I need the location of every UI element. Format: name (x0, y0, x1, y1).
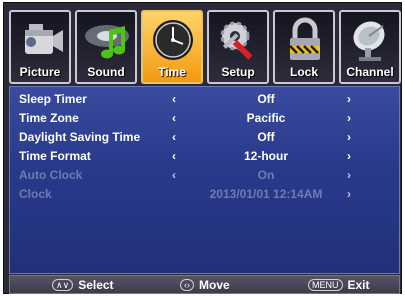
row-value: On (257, 168, 275, 182)
tv-osd-frame: Picture Sound Time Setup Lock Channel Sl… (3, 2, 402, 294)
hint-exit: MENU Exit (308, 278, 370, 292)
left-arrow-icon[interactable]: ‹ (172, 111, 176, 125)
row-label: Time Zone (19, 111, 79, 125)
tab-label: Time (158, 65, 186, 79)
left-arrow-icon[interactable]: ‹ (172, 92, 176, 106)
left-arrow-icon[interactable]: ‹ (172, 149, 176, 163)
left-right-key-icon: ‹› (180, 279, 194, 291)
clock-icon (153, 20, 193, 60)
row-value: Pacific (246, 111, 286, 125)
row-label: Sleep Timer (19, 92, 87, 106)
row-label: Daylight Saving Time (19, 130, 141, 144)
row-label: Time Format (19, 149, 91, 163)
left-arrow-icon: ‹ (172, 168, 176, 182)
left-arrow-icon[interactable]: ‹ (172, 130, 176, 144)
up-down-key-icon: ∧∨ (52, 279, 74, 291)
hint-select: ∧∨ Select (52, 278, 114, 292)
row-label: Clock (19, 187, 52, 201)
right-arrow-icon: › (347, 187, 351, 201)
row-value: Off (257, 130, 275, 144)
row-value: 2013/01/01 12:14AM (209, 187, 323, 201)
row-value: 12-hour (243, 149, 288, 163)
tab-time[interactable]: Time (141, 10, 203, 84)
tab-channel[interactable]: Channel (339, 10, 401, 84)
menu-row-clock: Clock 2013/01/01 12:14AM › (10, 184, 399, 202)
row-value: Off (257, 92, 275, 106)
menu-row-auto-clock: Auto Clock ‹ On › (10, 165, 399, 183)
satellite-dish-icon (353, 21, 385, 61)
time-settings-panel: Sleep Timer ‹ Off › Time Zone ‹ Pacific … (9, 86, 400, 274)
tab-label: Channel (346, 65, 394, 79)
row-label: Auto Clock (19, 168, 83, 182)
tab-lock[interactable]: Lock (273, 10, 335, 84)
footer-hint-bar: ∧∨ Select ‹› Move MENU Exit (9, 275, 400, 294)
tab-setup[interactable]: Setup (207, 10, 269, 84)
right-arrow-icon[interactable]: › (347, 92, 351, 106)
camcorder-icon (25, 24, 63, 54)
menu-key-icon: MENU (308, 279, 343, 291)
hint-move-label: Move (199, 278, 230, 292)
music-note-icon (85, 25, 129, 59)
tools-icon (220, 21, 253, 60)
menu-row-time-zone[interactable]: Time Zone ‹ Pacific › (10, 108, 399, 126)
menu-row-sleep-timer[interactable]: Sleep Timer ‹ Off › (10, 89, 399, 107)
tab-sound[interactable]: Sound (75, 10, 137, 84)
menu-tab-bar: Picture Sound Time Setup Lock Channel (9, 10, 402, 86)
right-arrow-icon[interactable]: › (347, 149, 351, 163)
hint-exit-label: Exit (347, 278, 370, 292)
menu-row-daylight-saving-time[interactable]: Daylight Saving Time ‹ Off › (10, 127, 399, 145)
tab-label: Picture (19, 65, 61, 79)
hint-move: ‹› Move (180, 278, 230, 292)
right-arrow-icon[interactable]: › (347, 130, 351, 144)
tab-label: Lock (289, 65, 318, 79)
tab-label: Sound (87, 65, 125, 79)
right-arrow-icon: › (347, 168, 351, 182)
menu-row-time-format[interactable]: Time Format ‹ 12-hour › (10, 146, 399, 164)
right-arrow-icon[interactable]: › (347, 111, 351, 125)
tab-label: Setup (221, 65, 255, 79)
tab-picture[interactable]: Picture (9, 10, 71, 84)
padlock-icon (289, 17, 320, 60)
hint-select-label: Select (78, 278, 114, 292)
